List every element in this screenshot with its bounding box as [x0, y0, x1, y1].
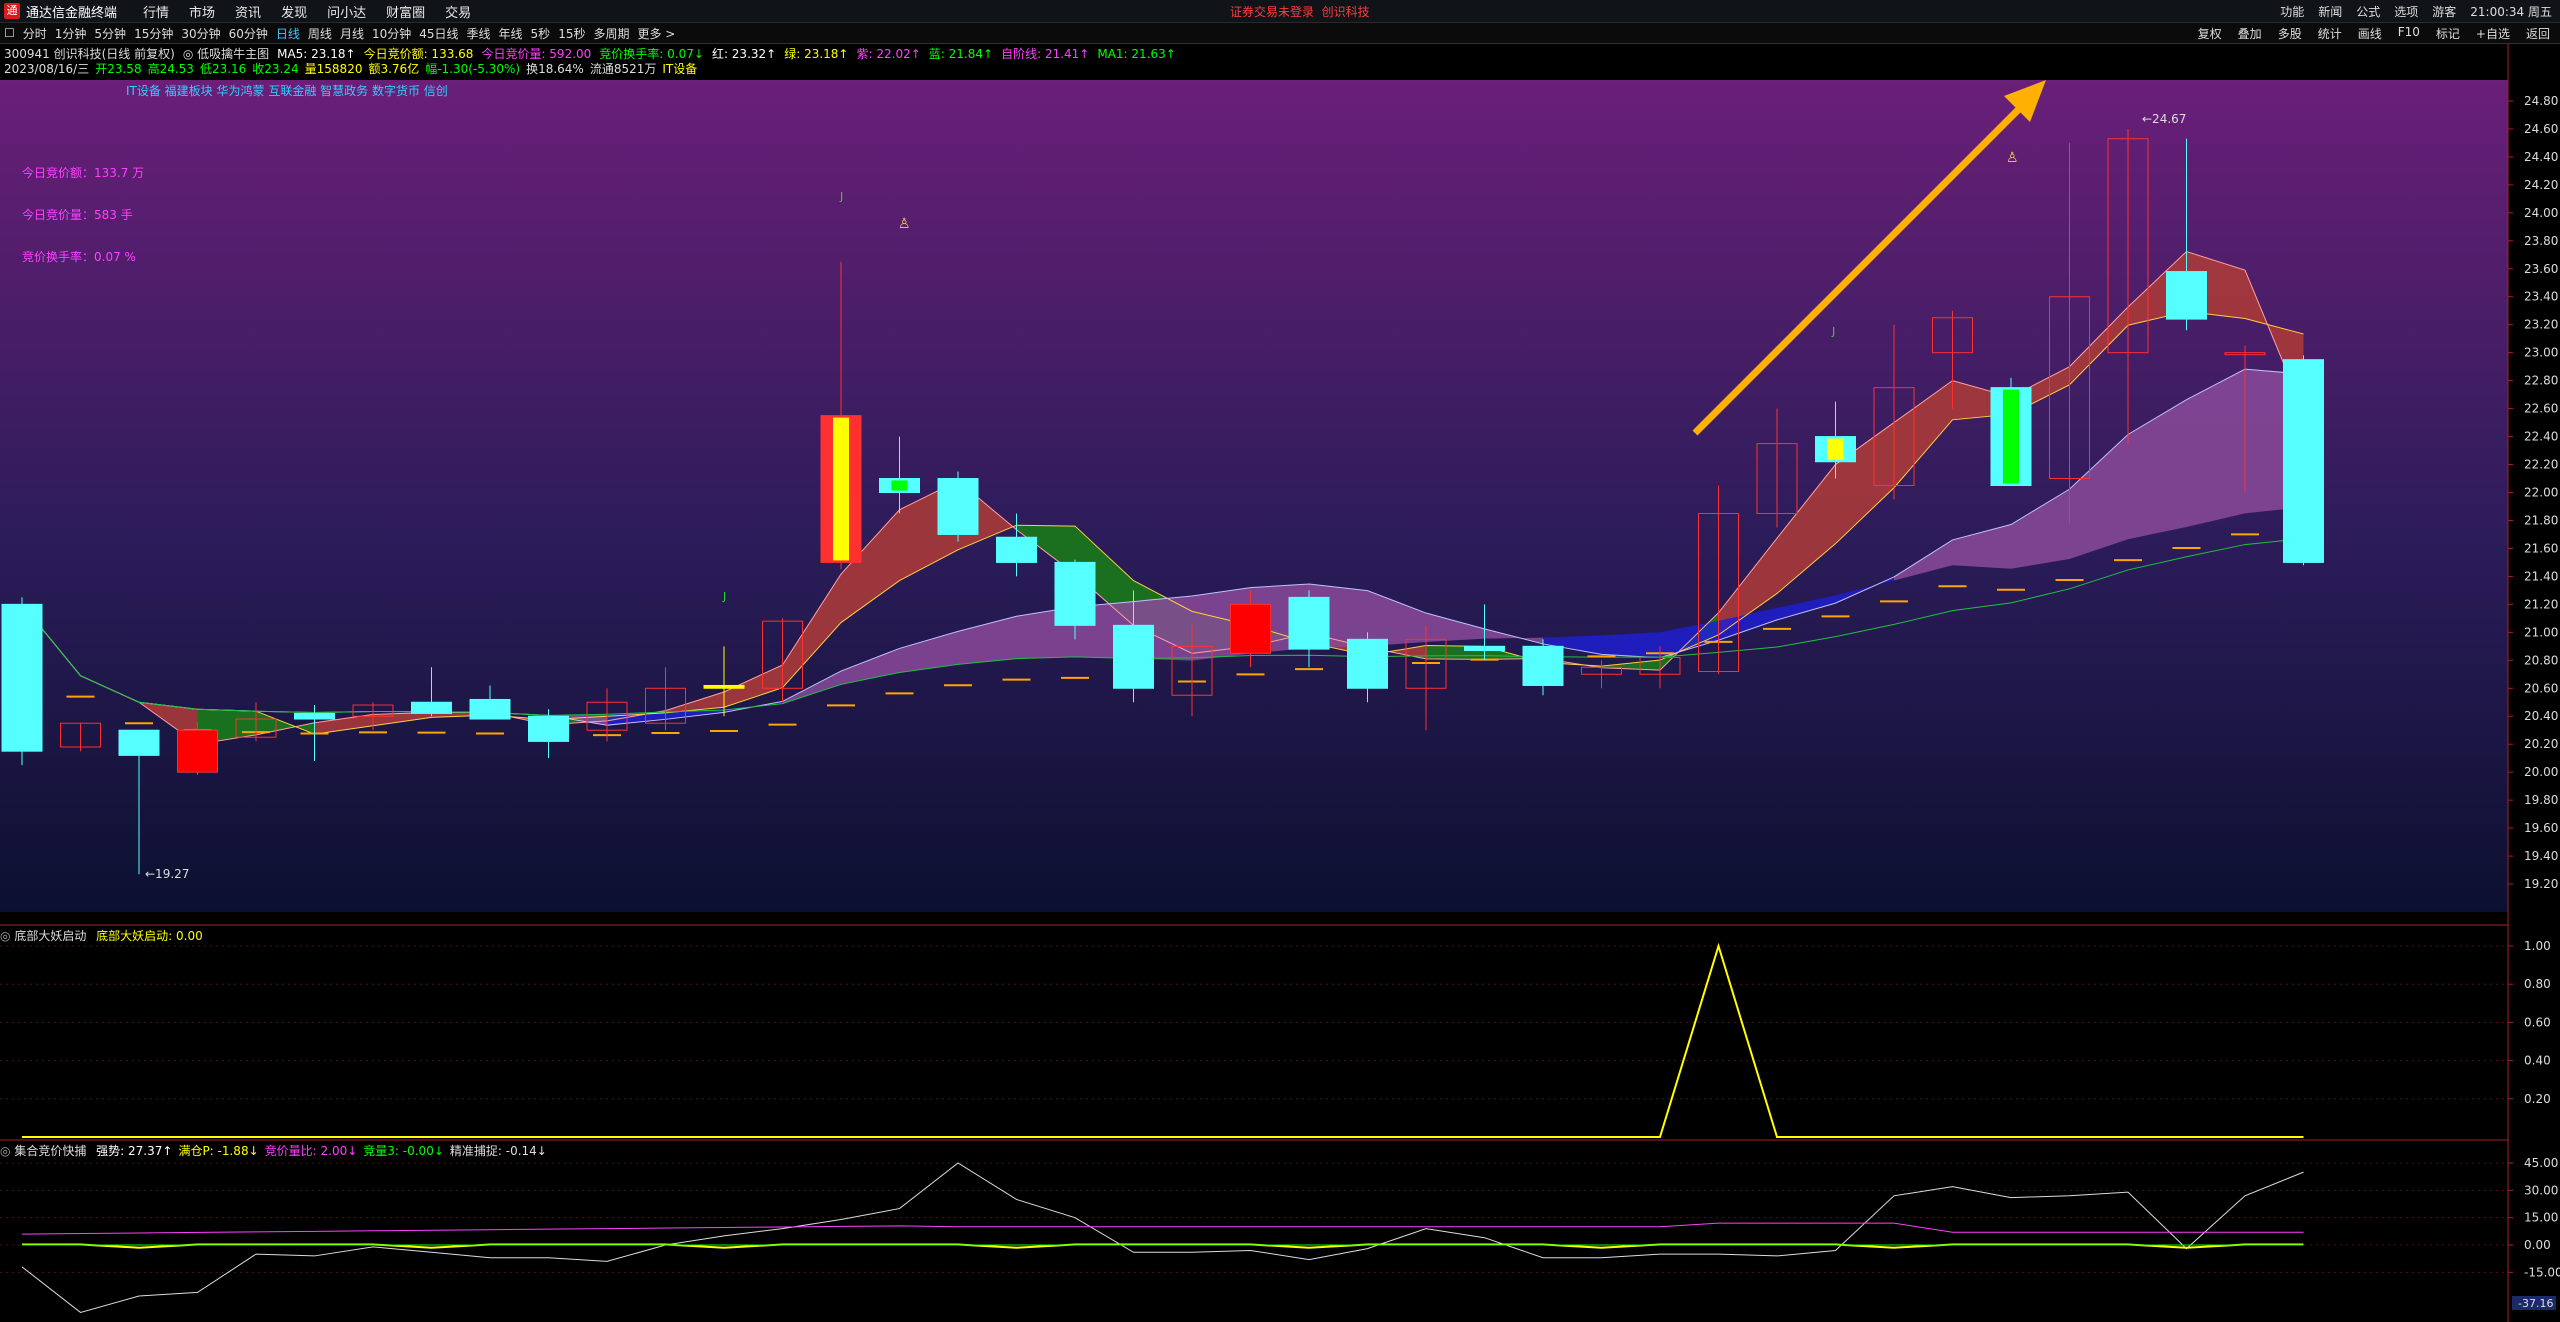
candle: [2283, 355, 2324, 566]
candle-body: [177, 729, 218, 773]
price-tick: 20.40: [2524, 709, 2558, 723]
candle: [1, 597, 43, 766]
candle-body: [996, 536, 1037, 563]
candle: [937, 471, 979, 542]
candle-body: [1347, 638, 1388, 689]
price-tick: 22.80: [2524, 374, 2558, 388]
candle-body: [411, 701, 452, 714]
price-tick: 21.80: [2524, 513, 2558, 527]
panel2-plot: 1.00 0.80 0.60 0.40 0.20: [0, 924, 2551, 1138]
strength-line: [21, 1162, 2304, 1313]
candle-inner: [1827, 438, 1844, 460]
panel3-tick: 0.00: [2524, 1238, 2551, 1252]
price-tick: 19.20: [2524, 877, 2558, 891]
panel2-tick: 0.40: [2524, 1054, 2551, 1068]
candle-body: [2283, 359, 2324, 563]
signal-j-marker: J: [722, 590, 726, 603]
panel2-tick: 1.00: [2524, 939, 2551, 953]
panel3-tick: 15.00: [2524, 1211, 2558, 1225]
panel3-item-1: 满仓P: -1.88↓: [178, 1144, 259, 1158]
candle-body: [118, 729, 160, 756]
price-tick: 23.60: [2524, 262, 2558, 276]
price-tick: 22.60: [2524, 402, 2558, 416]
candle-body: [703, 684, 745, 689]
panel2-tick: 0.80: [2524, 977, 2551, 991]
panel3-tick: 45.00: [2524, 1156, 2558, 1170]
price-tick: 23.20: [2524, 318, 2558, 332]
price-tick: 22.40: [2524, 430, 2558, 444]
concept-tags[interactable]: IT设备 福建板块 华为鸿蒙 互联金融 智慧政务 数字货币 信创: [126, 82, 448, 99]
price-tick: 24.80: [2524, 94, 2558, 108]
price-tick: 24.40: [2524, 150, 2558, 164]
low-price-label: ←19.27: [145, 867, 189, 881]
price-tick: 21.00: [2524, 625, 2558, 639]
candle-body: [2166, 271, 2207, 320]
price-tick: 21.20: [2524, 597, 2558, 611]
signal-j-marker: J: [1831, 325, 1835, 338]
price-tick: 19.80: [2524, 793, 2558, 807]
side-stat-0: 今日竞价额：133.7 万: [22, 166, 145, 180]
candle-body: [1522, 645, 1564, 686]
person-marker-icon: ♙: [898, 216, 911, 232]
price-tick: 22.20: [2524, 458, 2558, 472]
panel3-current-value: -37.16: [2518, 1297, 2553, 1310]
panel3-title: ◎ 集合竞价快捕 强势: 27.37↑ 满仓P: -1.88↓ 竞价量比: 2.00…: [0, 1144, 547, 1158]
side-stat-2: 竞价换手率：0.07 %: [22, 250, 136, 264]
candle-inner: [833, 417, 849, 561]
signal-j-marker: J: [839, 190, 843, 203]
candle-body: [1230, 603, 1271, 654]
price-tick: 22.00: [2524, 486, 2558, 500]
panel2-tick: 0.20: [2524, 1092, 2551, 1106]
panel3-item-3: 竞量3: -0.00↓: [363, 1144, 444, 1158]
price-tick: 24.60: [2524, 122, 2558, 136]
price-tick: 20.60: [2524, 681, 2558, 695]
price-tick: 24.00: [2524, 206, 2558, 220]
panel2-tick: 0.60: [2524, 1015, 2551, 1029]
price-tick: 20.20: [2524, 737, 2558, 751]
candle-inner: [2003, 389, 2019, 484]
kline-chart[interactable]: ←24.67 ←19.27 J J J ♙ ♙ 1.00 0.80 0.60 0.40 0.20 4…: [0, 0, 2560, 1322]
price-tick: 21.60: [2524, 541, 2558, 555]
panel3-plot: 45.00 30.00 15.00 0.00 -15.00 -37.16: [0, 1139, 2560, 1313]
panel3-tick: 30.00: [2524, 1183, 2558, 1197]
panel3-tick: -15.00: [2524, 1265, 2560, 1279]
panel3-item-4: 精准捕捉: -0.14↓: [449, 1144, 547, 1158]
candle-inner: [891, 480, 908, 491]
candle-body: [1, 603, 43, 752]
panel2-signal-line: [22, 942, 2304, 1138]
candle-body: [1288, 596, 1330, 650]
candle-body: [937, 478, 979, 535]
price-tick: 23.00: [2524, 346, 2558, 360]
price-tick: 23.40: [2524, 290, 2558, 304]
candle-body: [528, 715, 569, 742]
candle-body: [1054, 561, 1096, 626]
price-tick: 24.20: [2524, 178, 2558, 192]
candle-body: [1113, 624, 1154, 689]
side-stat-1: 今日竞价量：583 手: [22, 208, 133, 222]
price-tick: 19.40: [2524, 849, 2558, 863]
price-tick: 20.80: [2524, 653, 2558, 667]
candle-body: [469, 698, 511, 720]
candle: [1990, 377, 2032, 487]
price-tick: 20.00: [2524, 765, 2558, 779]
price-tick: 21.40: [2524, 569, 2558, 583]
panel2-title: ◎ 底部大妖启动 底部大妖启动: 0.00: [0, 929, 203, 943]
high-price-label: ←24.67: [2142, 112, 2186, 126]
panel3-item-2: 竞价量比: 2.00↓: [264, 1144, 358, 1158]
price-tick: 19.60: [2524, 821, 2558, 835]
candle: [177, 721, 218, 775]
candle-body: [1464, 645, 1505, 652]
price-tick: 23.80: [2524, 234, 2558, 248]
person-marker-icon: ♙: [2006, 150, 2019, 166]
panel3-item-0: 强势: 27.37↑: [96, 1144, 173, 1158]
candle-body: [294, 712, 335, 720]
auction-ratio-line: [21, 1222, 2304, 1235]
price-axis: 24.80 24.60 24.40 24.20 24.00 23.80 23.60 23.40…: [2507, 44, 2558, 1322]
